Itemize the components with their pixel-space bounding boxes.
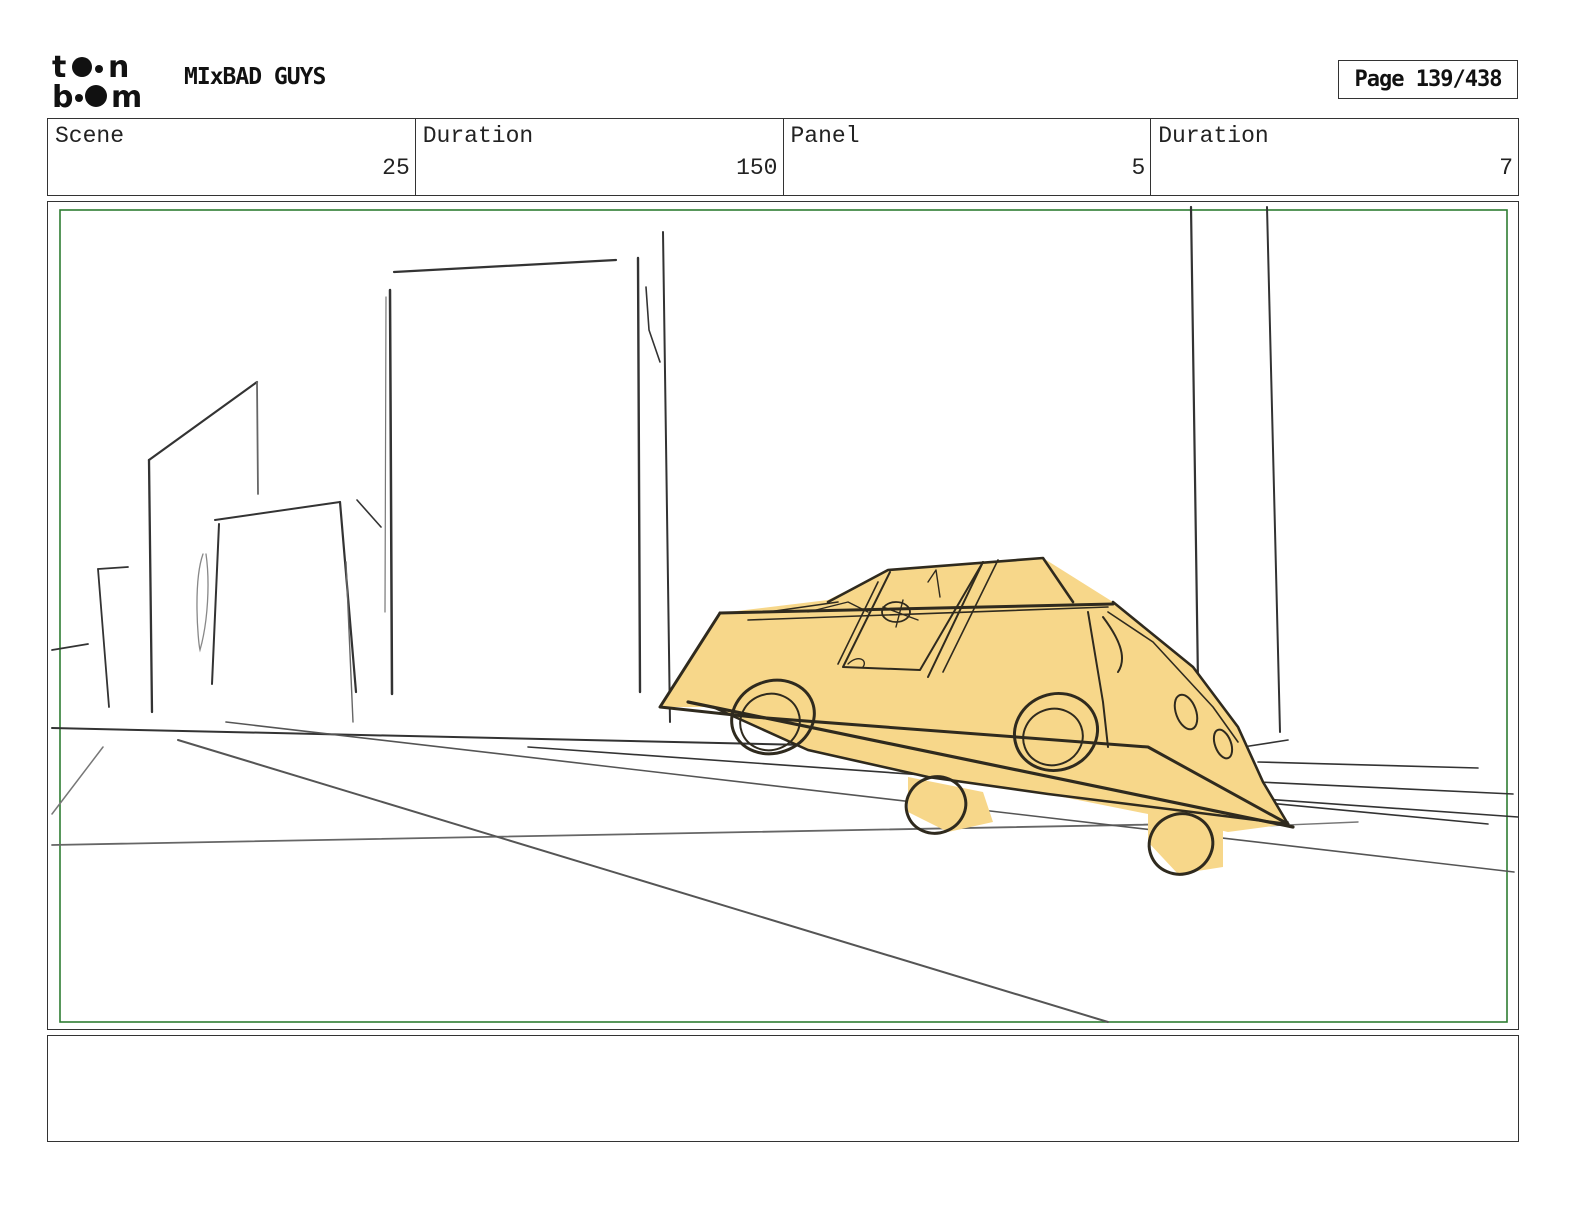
scene-value: 25 xyxy=(382,155,410,181)
ground-perspective-lines xyxy=(51,721,1518,1023)
panel-duration-cell: Duration 7 xyxy=(1151,119,1518,195)
panel-duration-label: Duration xyxy=(1158,123,1269,149)
panel-notes-box xyxy=(47,1035,1519,1142)
page-counter: Page 139/438 xyxy=(1338,60,1518,99)
svg-text:b: b xyxy=(52,80,73,112)
scene-duration-label: Duration xyxy=(422,123,534,149)
scene-label: Scene xyxy=(55,123,125,149)
panel-label: Panel xyxy=(790,123,860,149)
storyboard-panel xyxy=(47,201,1519,1030)
scene-info-table: Scene 25 Duration 150 Panel 5 Duration 7 xyxy=(47,118,1519,196)
svg-text:m: m xyxy=(111,80,142,112)
car-sketch xyxy=(658,556,1295,876)
scene-cell: Scene 25 xyxy=(48,119,416,195)
toon-boom-logo: t n b m xyxy=(52,50,164,112)
panel-value: 5 xyxy=(1131,155,1146,181)
scene-duration-value: 150 xyxy=(736,155,778,181)
panel-cell: Panel 5 xyxy=(784,119,1152,195)
scene-duration-cell: Duration 150 xyxy=(416,119,784,195)
panel-duration-value: 7 xyxy=(1499,155,1513,181)
panel-sketch xyxy=(51,205,1518,1023)
project-title: MIxBAD GUYS xyxy=(184,64,326,90)
